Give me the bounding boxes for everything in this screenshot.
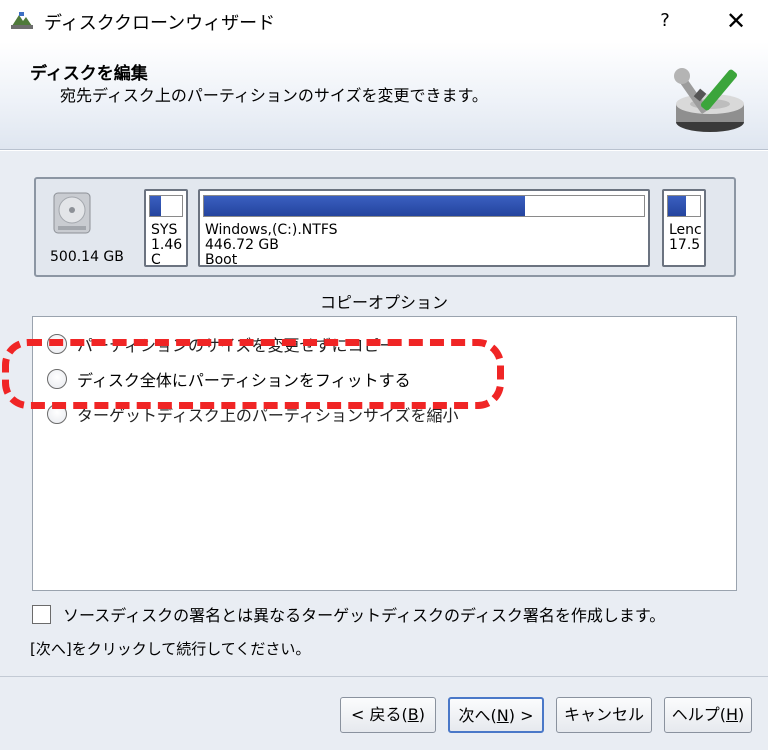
next-button-suffix: ) > <box>508 706 534 725</box>
partition-sys[interactable]: SYS 1.46 C <box>144 189 188 267</box>
copy-options-label: コピーオプション <box>319 293 448 312</box>
close-button[interactable]: ✕ <box>708 4 764 38</box>
copy-options-panel: パーティションのサイズを変更せずにコピー ディスク全体にパーティションをフィット… <box>32 316 737 591</box>
disk-map: 500.14 GB SYS 1.46 C Windows,(C:).NTFS 4… <box>34 177 736 277</box>
option-fit-entire-disk[interactable]: ディスク全体にパーティションをフィットする <box>47 367 411 391</box>
partition-windows[interactable]: Windows,(C:).NTFS 446.72 GB Boot <box>198 189 650 267</box>
next-button-label: 次へ( <box>458 706 497 725</box>
partition-usage-fill <box>204 196 526 216</box>
radio-button[interactable] <box>47 404 67 424</box>
back-button-label: < 戻る( <box>351 705 408 724</box>
option-shrink-partitions[interactable]: ターゲットディスク上のパーティションサイズを縮小 <box>47 402 458 426</box>
page-subtitle: 宛先ディスク上のパーティションのサイズを変更できます。 <box>60 86 488 105</box>
partition-name: Windows,(C:).NTFS <box>205 222 338 238</box>
partition-size: 446.72 GB <box>205 237 279 253</box>
disk-signature-checkbox[interactable] <box>32 604 51 624</box>
option-label: ターゲットディスク上のパーティションサイズを縮小 <box>77 406 459 425</box>
disk-signature-label: ソースディスクの署名とは異なるターゲットディスクのディスク署名を作成します。 <box>63 606 666 625</box>
disk-size: 500.14 GB <box>50 249 124 265</box>
wizard-footer: < 戻る(B) 次へ(N) > キャンセル ヘルプ(H) <box>0 676 768 750</box>
radio-button[interactable] <box>47 334 67 354</box>
hint-text: [次へ]をクリックして続行してください。 <box>30 640 311 658</box>
help-button-suffix: ) <box>738 705 745 724</box>
partition-usage-fill <box>150 196 162 216</box>
cancel-button[interactable]: キャンセル <box>556 697 652 733</box>
help-button[interactable]: ヘルプ(H) <box>664 697 752 733</box>
partition-usage-fill <box>668 196 686 216</box>
partition-name: SYS <box>151 222 178 238</box>
window-title: ディスククローンウィザード <box>44 13 276 34</box>
partition-extra: C <box>151 252 161 267</box>
option-copy-without-resize[interactable]: パーティションのサイズを変更せずにコピー <box>47 332 396 356</box>
partition-usage-bar <box>149 195 183 217</box>
disk-tools-icon <box>674 68 744 132</box>
hard-disk-icon <box>53 192 91 234</box>
partition-usage-bar <box>667 195 701 217</box>
back-button-suffix: ) <box>418 705 425 724</box>
partition-name: Lenc <box>669 222 702 238</box>
help-title-button[interactable]: ? <box>640 4 690 38</box>
partition-usage-bar <box>203 195 645 217</box>
back-button-hotkey: B <box>407 705 419 724</box>
back-button[interactable]: < 戻る(B) <box>340 697 436 733</box>
option-label: ディスク全体にパーティションをフィットする <box>77 371 411 390</box>
help-button-hotkey: H <box>725 705 739 724</box>
partition-size: 1.46 <box>151 237 183 253</box>
next-button-hotkey: N <box>496 706 509 725</box>
radio-button[interactable] <box>47 369 67 389</box>
help-button-label: ヘルプ( <box>671 705 726 724</box>
wizard-header: ディスクを編集 宛先ディスク上のパーティションのサイズを変更できます。 <box>0 42 768 150</box>
disk-signature-option[interactable]: ソースディスクの署名とは異なるターゲットディスクのディスク署名を作成します。 <box>32 602 665 626</box>
page-title: ディスクを編集 <box>30 64 148 84</box>
wizard-content: 500.14 GB SYS 1.46 C Windows,(C:).NTFS 4… <box>0 151 768 676</box>
partition-lenovo[interactable]: Lenc 17.5 <box>662 189 706 267</box>
app-icon <box>11 12 33 29</box>
partition-extra: Boot <box>205 252 238 267</box>
partition-size: 17.5 <box>669 237 701 253</box>
next-button[interactable]: 次へ(N) > <box>448 697 544 733</box>
option-label: パーティションのサイズを変更せずにコピー <box>77 336 396 355</box>
title-bar: ディスククローンウィザード ? ✕ <box>0 0 768 42</box>
